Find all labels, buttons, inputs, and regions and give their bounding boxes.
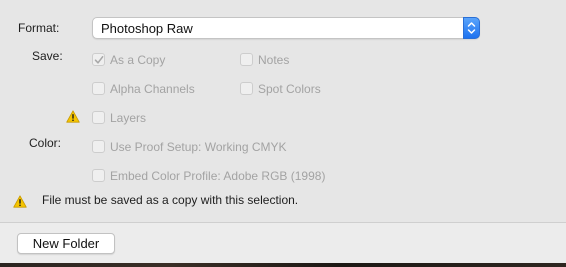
embed-color-profile-label: Embed Color Profile: Adobe RGB (1998)	[110, 169, 326, 183]
background-strip	[0, 263, 566, 267]
notes-label: Notes	[258, 53, 290, 67]
up-down-chevron-icon	[467, 22, 476, 34]
color-label: Color:	[29, 136, 62, 150]
save-options-panel: Format: Photoshop Raw Save: As a Copy No…	[0, 0, 566, 222]
warning-triangle-icon	[66, 110, 80, 123]
copy-warning-message: File must be saved as a copy with this s…	[42, 193, 299, 207]
layers-checkbox[interactable]	[92, 111, 105, 124]
warning-triangle-icon	[13, 195, 27, 208]
format-select-value: Photoshop Raw	[101, 21, 193, 36]
use-proof-setup-label: Use Proof Setup: Working CMYK	[110, 140, 287, 154]
format-select-stepper[interactable]	[463, 17, 480, 39]
save-label: Save:	[32, 49, 63, 63]
format-label: Format:	[18, 21, 60, 35]
notes-checkbox[interactable]	[240, 53, 253, 66]
dialog-footer: New Folder	[0, 223, 566, 263]
spot-colors-label: Spot Colors	[258, 82, 321, 96]
new-folder-button[interactable]: New Folder	[17, 233, 115, 254]
as-a-copy-label: As a Copy	[110, 53, 166, 67]
embed-color-profile-checkbox[interactable]	[92, 169, 105, 182]
as-a-copy-checkbox[interactable]	[92, 53, 105, 66]
alpha-channels-label: Alpha Channels	[110, 82, 195, 96]
alpha-channels-checkbox[interactable]	[92, 82, 105, 95]
layers-label: Layers	[110, 111, 147, 125]
format-select[interactable]: Photoshop Raw	[92, 17, 480, 39]
use-proof-setup-checkbox[interactable]	[92, 140, 105, 153]
checkmark-icon	[94, 56, 104, 64]
spot-colors-checkbox[interactable]	[240, 82, 253, 95]
